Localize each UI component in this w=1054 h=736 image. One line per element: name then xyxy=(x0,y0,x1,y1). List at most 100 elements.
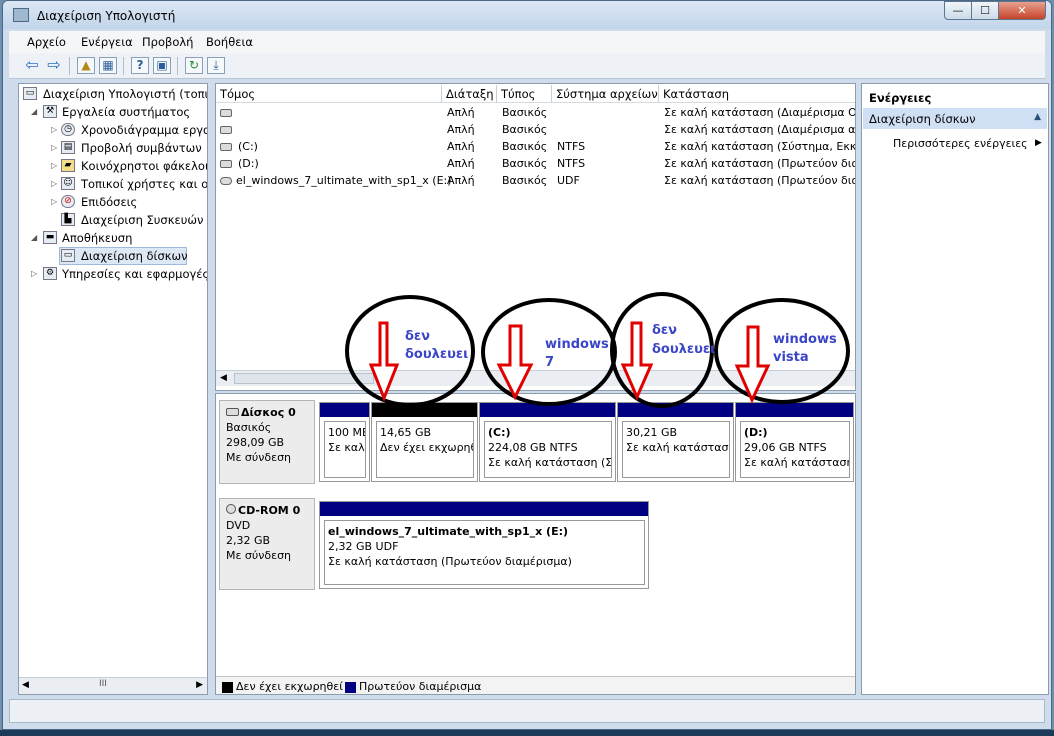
up-folder-icon[interactable]: ▲ xyxy=(77,57,95,74)
cell-volume: el_windows_7_ultimate_with_sp1_x (E:) xyxy=(236,174,452,187)
cell-status: Σε καλή κατάσταση (Σύστημα, Εκκίνη xyxy=(664,140,856,153)
scroll-thumb-grip[interactable]: III xyxy=(99,679,107,689)
menu-bar: Αρχείο Ενέργεια Προβολή Βοήθεια xyxy=(9,31,1045,53)
column-header-volume[interactable]: Τόμος xyxy=(216,85,442,103)
cell-layout: Απλή xyxy=(447,174,475,187)
taskbar xyxy=(0,730,1054,736)
tree-item-performance[interactable]: Επιδόσεις xyxy=(81,195,137,209)
column-header-filesystem[interactable]: Σύστημα αρχείων xyxy=(552,85,659,103)
cdrom-0-label[interactable]: CD-ROM 0 DVD 2,32 GB Με σύνδεση xyxy=(219,498,315,590)
cdrom-0-type: DVD xyxy=(226,519,251,532)
partition-e[interactable]: el_windows_7_ultimate_with_sp1_x (E:) 2,… xyxy=(319,501,649,589)
expand-arrow-icon[interactable]: ▷ xyxy=(51,125,57,134)
volume-icon xyxy=(220,126,232,134)
back-arrow-icon[interactable]: ⇦ xyxy=(23,57,41,74)
menu-action[interactable]: Ενέργεια xyxy=(81,35,133,49)
storage-icon: ▬ xyxy=(43,231,57,244)
cell-layout: Απλή xyxy=(447,157,475,170)
hard-disk-icon xyxy=(226,408,239,416)
title-bar[interactable]: Διαχείριση Υπολογιστή — ☐ ✕ xyxy=(3,1,1051,29)
minimize-button[interactable]: — xyxy=(944,1,972,20)
column-header-layout[interactable]: Διάταξη xyxy=(442,85,497,103)
users-icon: ☺ xyxy=(61,177,75,190)
legend-label-unallocated: Δεν έχει εκχωρηθεί xyxy=(236,680,343,693)
cell-layout: Απλή xyxy=(447,140,475,153)
cdrom-0-size: 2,32 GB xyxy=(226,534,271,547)
partition-d[interactable]: (D:) 29,06 GB NTFS Σε καλή κατάσταση xyxy=(735,402,854,482)
disk-0-size: 298,09 GB xyxy=(226,436,285,449)
tree-item-computer-management[interactable]: Διαχείριση Υπολογιστή (τοπικ xyxy=(43,87,207,101)
tree-item-disk-management[interactable]: Διαχείριση δίσκων xyxy=(81,249,188,263)
tree-item-event-viewer[interactable]: Προβολή συμβάντων xyxy=(81,141,202,155)
expand-arrow-icon[interactable]: ▷ xyxy=(51,197,57,206)
scroll-left-icon[interactable]: ◀ xyxy=(220,373,227,383)
partition-unallocated[interactable]: 14,65 GB Δεν έχει εκχωρηθ xyxy=(371,402,478,482)
disk-management-icon: ▭ xyxy=(61,249,75,262)
disk-0-label[interactable]: Δίσκος 0 Βασικός 298,09 GB Με σύνδεση xyxy=(219,400,315,484)
cell-type: Βασικός xyxy=(502,106,548,119)
expand-arrow-icon[interactable]: ▷ xyxy=(31,269,37,278)
cell-type: Βασικός xyxy=(502,174,548,187)
show-hide-tree-icon[interactable]: ▦ xyxy=(99,57,117,74)
status-bar xyxy=(9,699,1045,723)
legend-swatch-unallocated xyxy=(222,682,233,693)
tree-item-shared-folders[interactable]: Κοινόχρηστοι φάκελοι xyxy=(81,159,207,173)
export-icon[interactable]: ⤓ xyxy=(207,57,225,74)
forward-arrow-icon[interactable]: ⇨ xyxy=(45,57,63,74)
maximize-button[interactable]: ☐ xyxy=(971,1,999,20)
column-header-status[interactable]: Κατάσταση xyxy=(659,85,855,103)
menu-help[interactable]: Βοήθεια xyxy=(206,35,253,49)
tree-horizontal-scrollbar[interactable]: ◀ III ▶ xyxy=(19,677,207,694)
close-button[interactable]: ✕ xyxy=(998,1,1046,20)
more-actions-link[interactable]: Περισσότερες ενέργειες ▶ xyxy=(893,137,1042,150)
expand-arrow-icon[interactable]: ▷ xyxy=(51,179,57,188)
menu-file[interactable]: Αρχείο xyxy=(27,35,66,49)
tree-item-storage[interactable]: Αποθήκευση xyxy=(62,231,132,245)
tree-item-services-apps[interactable]: Υπηρεσίες και εφαρμογές xyxy=(62,267,207,281)
partition-title: el_windows_7_ultimate_with_sp1_x (E:) xyxy=(328,525,569,538)
tree-item-system-tools[interactable]: Εργαλεία συστήματος xyxy=(62,105,190,119)
tree-item-device-manager[interactable]: Διαχείριση Συσκευών xyxy=(81,213,203,227)
partition-bar xyxy=(736,403,853,417)
clock-icon: ◷ xyxy=(61,123,75,136)
cell-layout: Απλή xyxy=(447,123,475,136)
actions-section-disk-management[interactable]: Διαχείριση δίσκων ▲ xyxy=(863,108,1047,129)
partition-size: 30,21 GB xyxy=(626,426,678,439)
cell-type: Βασικός xyxy=(502,140,548,153)
cell-filesystem: NTFS xyxy=(557,157,586,170)
column-header-type[interactable]: Τύπος xyxy=(497,85,552,103)
partition-oem[interactable]: 100 ME Σε καλή xyxy=(319,402,370,482)
partition-status: Σε καλή κατάσταση (Πρωτεύον διαμέρισμα) xyxy=(328,555,572,568)
help-icon[interactable]: ? xyxy=(131,57,149,74)
tree-item-local-users[interactable]: Τοπικοί χρήστες και ομ xyxy=(81,177,207,191)
actions-section-label: Διαχείριση δίσκων xyxy=(869,112,976,126)
partition-status: Δεν έχει εκχωρηθ xyxy=(380,441,474,454)
collapse-up-icon[interactable]: ▲ xyxy=(1034,112,1041,122)
volume-list-horizontal-scrollbar[interactable]: ◀ xyxy=(216,370,855,386)
partition-bar xyxy=(372,403,477,417)
menu-view[interactable]: Προβολή xyxy=(142,35,193,49)
collapse-arrow-icon[interactable]: ◢ xyxy=(31,233,37,242)
expand-arrow-icon[interactable]: ▷ xyxy=(51,161,57,170)
volume-list: Τόμος Διάταξη Τύπος Σύστημα αρχείων Κατά… xyxy=(215,83,856,391)
partition-c[interactable]: (C:) 224,08 GB NTFS Σε καλή κατάσταση (Σ… xyxy=(479,402,616,482)
volume-icon xyxy=(220,143,232,151)
actions-pane: Ενέργειες Διαχείριση δίσκων ▲ Περισσότερ… xyxy=(861,83,1049,695)
refresh-icon[interactable]: ↻ xyxy=(185,57,203,74)
console-icon[interactable]: ▣ xyxy=(153,57,171,74)
partition-bar xyxy=(480,403,615,417)
tools-icon: ⚒ xyxy=(43,105,57,118)
computer-management-window: Διαχείριση Υπολογιστή — ☐ ✕ Αρχείο Ενέργ… xyxy=(2,0,1052,730)
partition-primary[interactable]: 30,21 GB Σε καλή κατάστασ xyxy=(617,402,734,482)
scroll-left-icon[interactable]: ◀ xyxy=(22,680,29,690)
tree-item-task-scheduler[interactable]: Χρονοδιάγραμμα εργασ xyxy=(81,123,207,137)
cell-layout: Απλή xyxy=(447,106,475,119)
cdrom-0-status: Με σύνδεση xyxy=(226,549,292,562)
expand-arrow-icon[interactable]: ▷ xyxy=(51,143,57,152)
disk-0-name: Δίσκος 0 xyxy=(241,406,296,419)
performance-icon: ⊘ xyxy=(61,195,75,208)
computer-management-icon xyxy=(13,8,29,22)
scroll-right-icon[interactable]: ▶ xyxy=(196,680,203,690)
collapse-arrow-icon[interactable]: ◢ xyxy=(31,107,37,116)
scroll-thumb[interactable] xyxy=(234,373,374,384)
